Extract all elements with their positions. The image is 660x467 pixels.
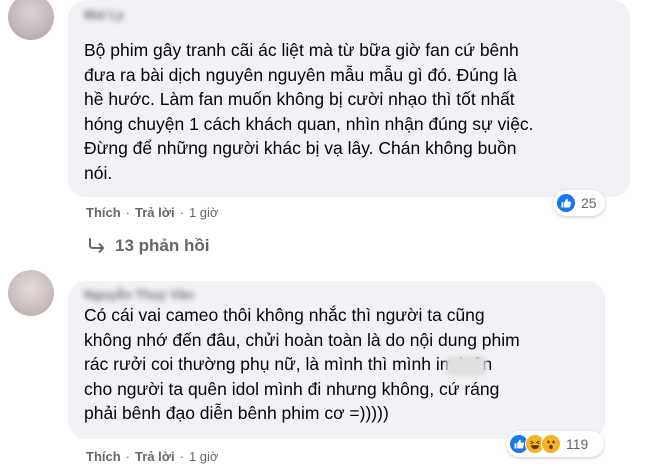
separator-dot: ·: [179, 449, 184, 464]
like-icon: [556, 193, 576, 213]
comment-actions: Thích · Trả lời · 1 giờ: [86, 449, 218, 464]
separator-dot: ·: [125, 449, 131, 464]
avatar[interactable]: [8, 0, 54, 40]
like-action[interactable]: Thích: [86, 449, 121, 464]
separator-dot: ·: [179, 205, 184, 220]
avatar[interactable]: [8, 270, 54, 316]
replies-label: 13 phản hồi: [115, 236, 210, 255]
reply-action[interactable]: Trả lời: [135, 205, 175, 220]
comment-timestamp[interactable]: 1 giờ: [189, 205, 219, 220]
comment-bubble: Nguyễn Thụy Vân Có cái vai cameo thôi kh…: [68, 281, 605, 439]
wow-icon: [541, 434, 561, 454]
redaction-smudge: [446, 356, 486, 376]
reaction-summary[interactable]: 119: [506, 431, 604, 457]
comment-bubble: Mai Ly Bộ phim gây tranh cãi ác liệt mà …: [68, 0, 630, 197]
separator-dot: ·: [125, 205, 131, 220]
comment-actions: Thích · Trả lời · 1 giờ: [86, 205, 218, 220]
comment-timestamp[interactable]: 1 giờ: [189, 449, 219, 464]
comment-text: Bộ phim gây tranh cãi ác liệt mà từ bữa …: [84, 40, 534, 183]
comment-text: Có cái vai cameo thôi không nhắc thì ngư…: [84, 305, 520, 423]
view-replies-button[interactable]: 13 phản hồi: [88, 236, 209, 256]
reaction-count: 25: [581, 195, 597, 211]
comment-author[interactable]: Nguyễn Thụy Vân: [84, 287, 194, 302]
like-action[interactable]: Thích: [86, 205, 121, 220]
comment-author[interactable]: Mai Ly: [84, 7, 124, 22]
reply-arrow-icon: [89, 238, 105, 253]
reply-action[interactable]: Trả lời: [135, 449, 175, 464]
reaction-count: 119: [566, 436, 589, 452]
reaction-summary[interactable]: 25: [553, 190, 605, 216]
